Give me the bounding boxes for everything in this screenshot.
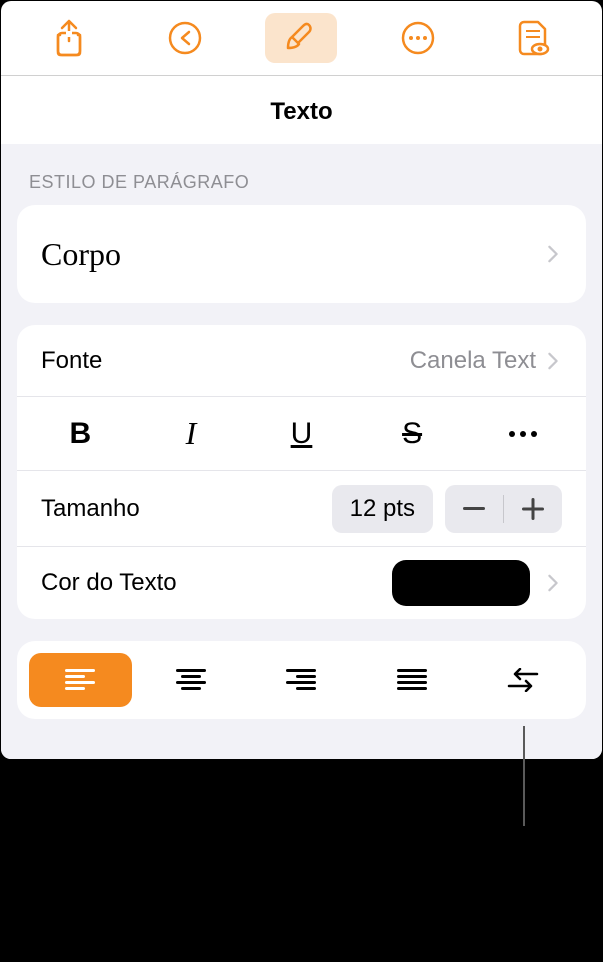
format-row: B I U S <box>17 397 586 471</box>
share-button[interactable] <box>33 13 105 63</box>
size-label: Tamanho <box>41 495 320 523</box>
toolbar <box>1 1 602 76</box>
font-card: Fonte Canela Text B I U S Tamanho 12 pts <box>17 325 586 619</box>
minus-icon <box>463 507 485 511</box>
chevron-right-icon <box>544 352 562 370</box>
align-right-button[interactable] <box>250 653 353 707</box>
format-panel: Texto ESTILO DE PARÁGRAFO Corpo Fonte Ca… <box>1 1 602 759</box>
undo-button[interactable] <box>149 13 221 63</box>
size-row: Tamanho 12 pts <box>17 471 586 547</box>
italic-button[interactable]: I <box>136 404 247 464</box>
paragraph-style-card: Corpo <box>17 205 586 303</box>
text-color-swatch[interactable] <box>392 560 530 606</box>
brush-icon <box>284 21 318 55</box>
text-direction-icon <box>507 668 539 692</box>
font-label: Fonte <box>41 347 410 375</box>
paragraph-style-row[interactable]: Corpo <box>17 205 586 303</box>
content-area: Texto ESTILO DE PARÁGRAFO Corpo Fonte Ca… <box>1 76 602 759</box>
paragraph-style-section-label: ESTILO DE PARÁGRAFO <box>1 144 602 205</box>
font-row[interactable]: Fonte Canela Text <box>17 325 586 397</box>
paragraph-style-value: Corpo <box>41 236 544 273</box>
align-center-icon <box>176 669 206 691</box>
chevron-right-icon <box>544 574 562 592</box>
callout-line <box>523 726 525 826</box>
size-value-button[interactable]: 12 pts <box>332 485 433 533</box>
align-left-icon <box>65 669 95 691</box>
doc-view-button[interactable] <box>498 13 570 63</box>
align-justify-icon <box>397 669 427 691</box>
share-icon <box>54 19 84 57</box>
format-brush-button[interactable] <box>265 13 337 63</box>
align-justify-button[interactable] <box>361 653 464 707</box>
text-color-row[interactable]: Cor do Texto <box>17 547 586 619</box>
text-color-label: Cor do Texto <box>41 569 392 597</box>
doc-eye-icon <box>518 19 550 57</box>
align-left-button[interactable] <box>29 653 132 707</box>
chevron-right-icon <box>544 245 562 263</box>
undo-icon <box>168 21 202 55</box>
underline-button[interactable]: U <box>246 404 357 464</box>
size-increase-button[interactable] <box>504 485 562 533</box>
more-formats-button[interactable] <box>467 404 578 464</box>
panel-title: Texto <box>1 76 602 144</box>
font-value: Canela Text <box>410 347 536 375</box>
text-direction-button[interactable] <box>471 653 574 707</box>
align-center-button[interactable] <box>140 653 243 707</box>
ellipsis-icon <box>508 430 538 438</box>
align-right-icon <box>286 669 316 691</box>
alignment-card <box>17 641 586 719</box>
size-decrease-button[interactable] <box>445 485 503 533</box>
more-icon <box>401 21 435 55</box>
bold-button[interactable]: B <box>25 404 136 464</box>
plus-icon <box>522 498 544 520</box>
more-button[interactable] <box>382 13 454 63</box>
size-stepper <box>445 485 562 533</box>
strikethrough-button[interactable]: S <box>357 404 468 464</box>
